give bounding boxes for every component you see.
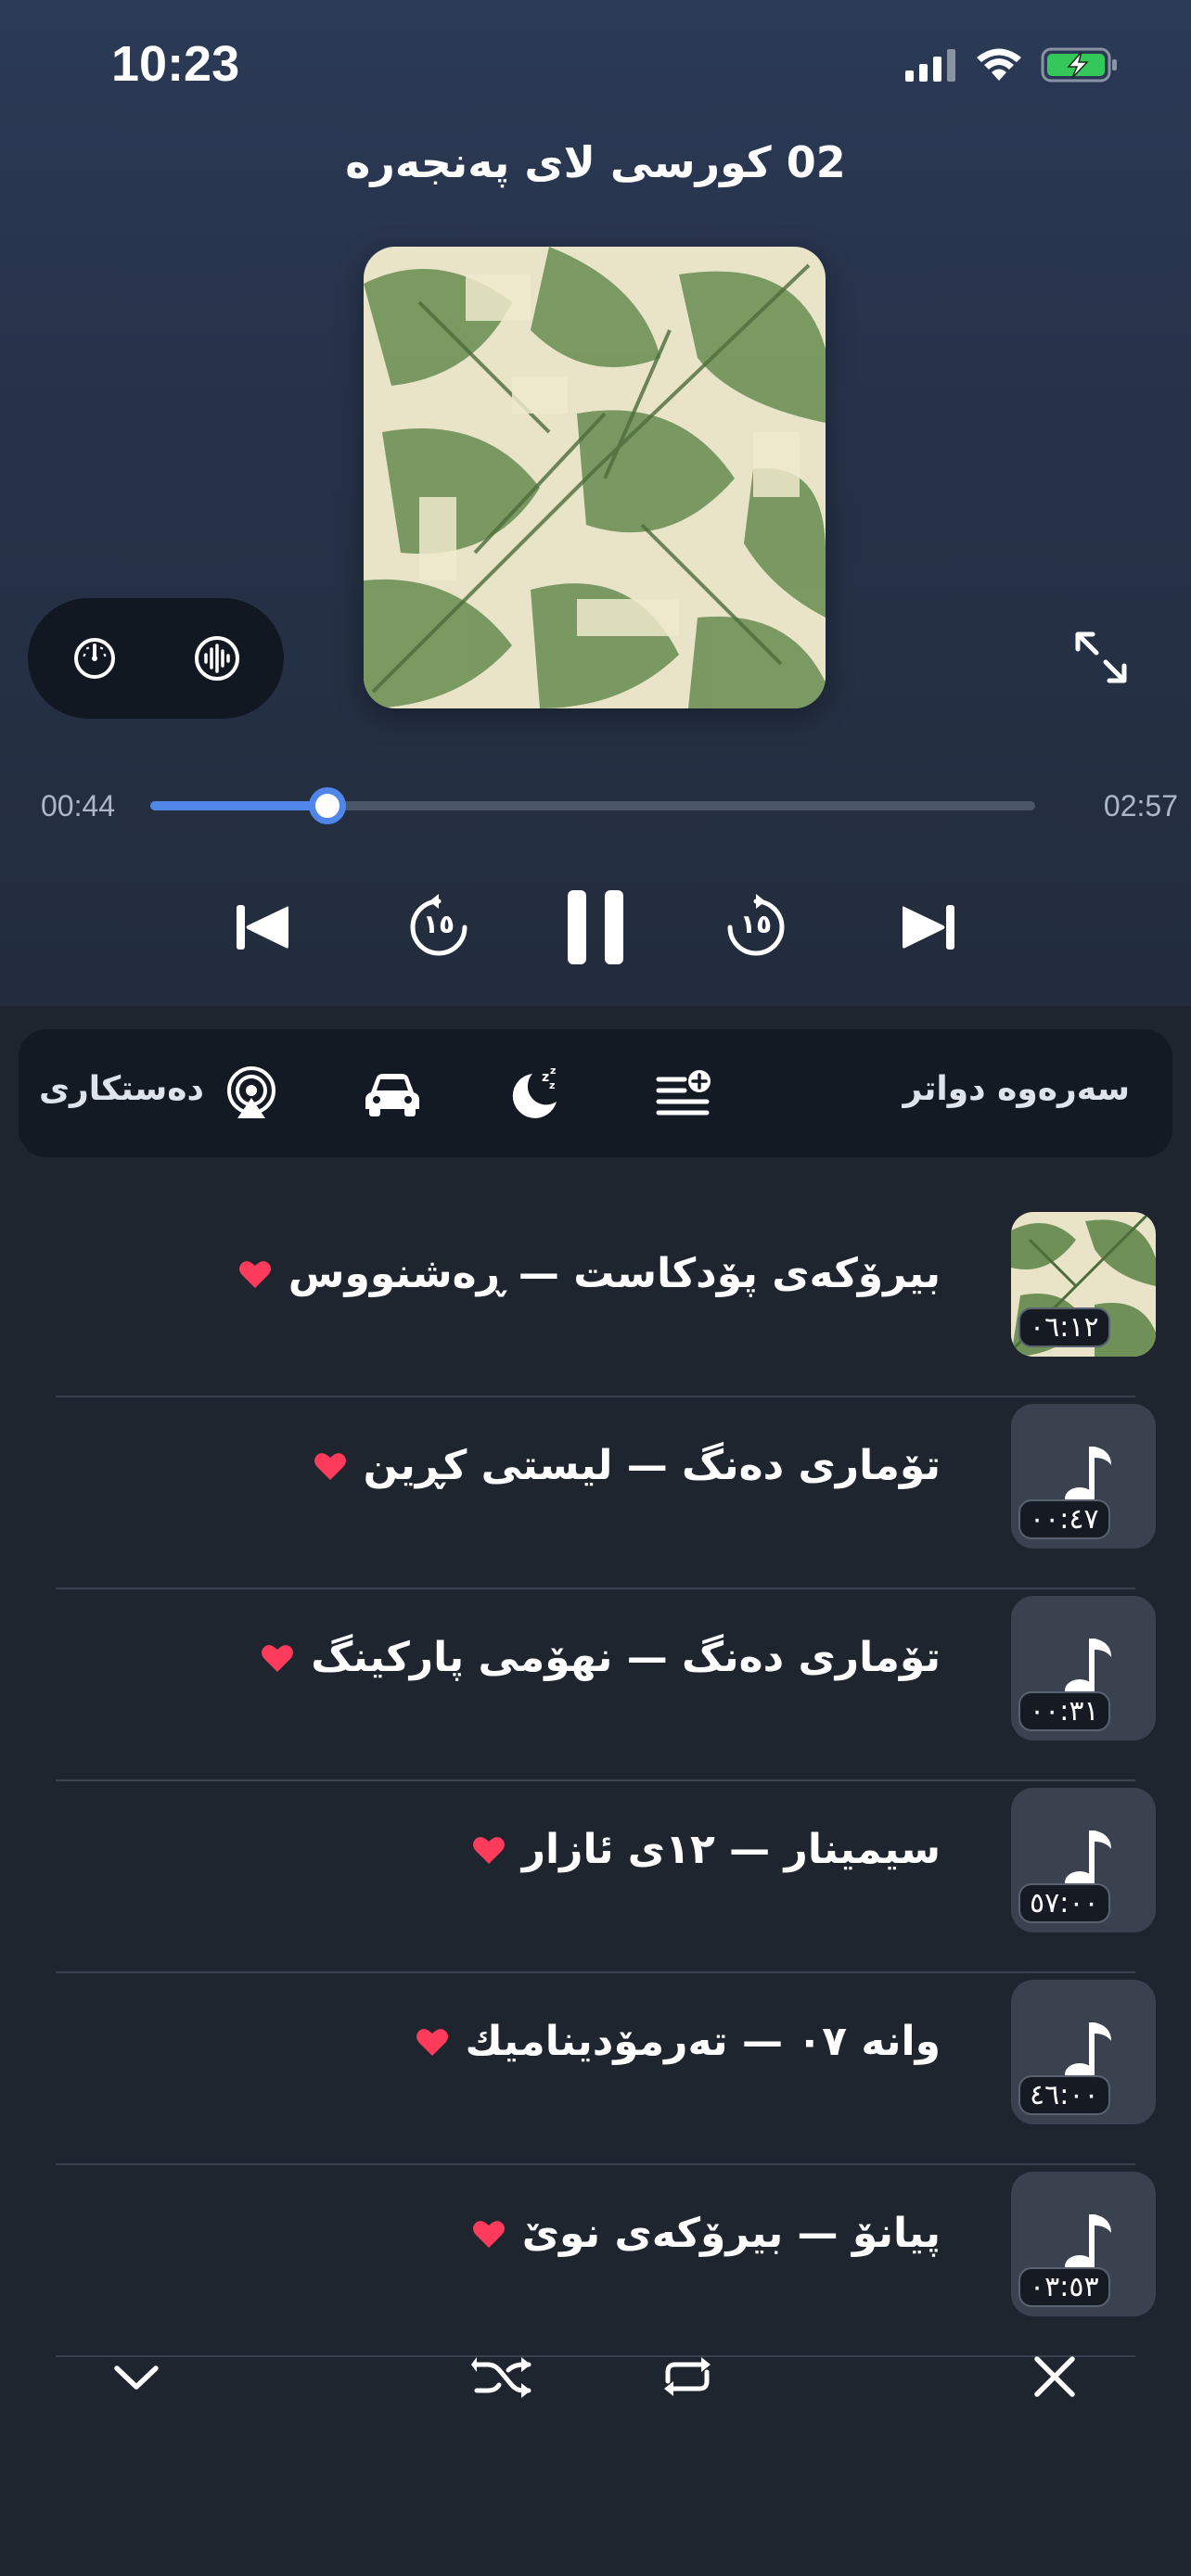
row-placeholder-artwork: ٠٠:٣١ — [1011, 1596, 1156, 1741]
close-icon[interactable] — [1022, 2344, 1087, 2409]
heart-icon[interactable] — [472, 1835, 506, 1865]
row-duration: ٥٧:٠٠ — [1018, 1883, 1110, 1923]
progress-slider[interactable] — [150, 787, 1035, 824]
row-duration: ٠٠:٣١ — [1018, 1691, 1110, 1731]
skip-forward-button[interactable]: ١٥ — [714, 872, 798, 983]
previous-button[interactable] — [224, 872, 301, 983]
audio-enhance-icon[interactable] — [187, 629, 247, 688]
queue-row[interactable]: ٥٧:٠٠ سیمینار — ١٢ی ئازار — [0, 1781, 1191, 1973]
row-title-wrap: سیمینار — ١٢ی ئازار — [472, 1826, 941, 1873]
expand-icon[interactable] — [1072, 629, 1130, 686]
row-placeholder-artwork: ٤٦:٠٠ — [1011, 1980, 1156, 2124]
heart-icon[interactable] — [261, 1643, 294, 1673]
progress-fill — [150, 801, 327, 810]
skip-back-label: ١٥ — [422, 909, 455, 939]
heart-icon[interactable] — [416, 2027, 449, 2057]
row-title-wrap: تۆماری دەنگ — لیستی کڕین — [314, 1442, 941, 1489]
collapse-chevron-icon[interactable] — [104, 2344, 169, 2409]
pause-icon — [568, 890, 623, 964]
svg-text:z: z — [549, 1079, 555, 1091]
row-title: سیمینار — ١٢ی ئازار — [521, 1826, 941, 1873]
status-bar: 10:23 — [0, 0, 1191, 139]
skip-back-button[interactable]: ١٥ — [397, 872, 480, 983]
heart-icon[interactable] — [472, 2219, 506, 2249]
row-title: بیرۆکەی پۆدکاست — ڕەشنووس — [288, 1250, 941, 1297]
signal-icon — [905, 49, 955, 82]
repeat-icon[interactable] — [655, 2344, 720, 2409]
queue-list: ٠٦:١٢ بیرۆکەی پۆدکاست — ڕەشنووس ٠٠:٤٧ تۆ… — [0, 1205, 1191, 2357]
row-title-wrap: تۆماری دەنگ — نهۆمی پارکینگ — [261, 1634, 941, 1681]
row-placeholder-artwork: ٠٠:٤٧ — [1011, 1404, 1156, 1549]
heart-icon[interactable] — [314, 1451, 347, 1481]
shuffle-icon[interactable] — [471, 2344, 536, 2409]
row-duration: ٠٦:١٢ — [1018, 1307, 1110, 1347]
skip-forward-label: ١٥ — [739, 909, 773, 939]
svg-text:z: z — [550, 1065, 556, 1077]
add-to-queue-icon[interactable] — [651, 1061, 716, 1126]
progress-knob[interactable] — [308, 787, 346, 824]
row-placeholder-artwork: ٥٧:٠٠ — [1011, 1788, 1156, 1932]
status-time: 10:23 — [111, 36, 240, 92]
row-title: تۆماری دەنگ — نهۆمی پارکینگ — [311, 1634, 941, 1681]
row-title: پیانۆ — بیرۆکەی نوێ — [521, 2210, 941, 2257]
previous-icon — [237, 905, 288, 950]
battery-charging-icon — [1041, 47, 1117, 83]
next-button[interactable] — [890, 872, 967, 983]
album-artwork — [364, 247, 826, 708]
queue-row[interactable]: ٠٦:١٢ بیرۆکەی پۆدکاست — ڕەشنووس — [0, 1205, 1191, 1397]
queue-row[interactable]: ٤٦:٠٠ وانە ٠٧ — تەرمۆدینامیك — [0, 1973, 1191, 2165]
action-bar: دەستکاری z z z سەرەوە دواتر — [19, 1029, 1172, 1157]
audio-options-pill — [28, 598, 284, 719]
sleep-timer-icon[interactable]: z z z — [501, 1061, 566, 1126]
status-icons — [905, 46, 1119, 83]
row-duration: ٠٣:٥٣ — [1018, 2267, 1110, 2307]
row-duration: ٠٠:٤٧ — [1018, 1499, 1110, 1539]
total-time: 02:57 — [1103, 789, 1178, 823]
track-title: 02 کورسی لای پەنجەرە — [345, 137, 846, 187]
row-placeholder-artwork: ٠٣:٥٣ — [1011, 2172, 1156, 2316]
pause-button[interactable] — [557, 872, 634, 983]
edit-button[interactable]: دەستکاری — [39, 1070, 204, 1108]
playback-speed-icon[interactable] — [65, 629, 124, 688]
car-icon[interactable] — [360, 1061, 425, 1126]
svg-text:z: z — [542, 1070, 549, 1085]
row-title: تۆماری دەنگ — لیستی کڕین — [363, 1442, 941, 1489]
elapsed-time: 00:44 — [41, 789, 116, 823]
wifi-icon — [977, 48, 1021, 81]
queue-row[interactable]: ٠٣:٥٣ پیانۆ — بیرۆکەی نوێ — [0, 2165, 1191, 2357]
heart-icon[interactable] — [238, 1259, 272, 1289]
row-title-wrap: بیرۆکەی پۆدکاست — ڕەشنووس — [238, 1250, 941, 1297]
row-artwork: ٠٦:١٢ — [1011, 1212, 1156, 1357]
play-next-label[interactable]: سەرەوە دواتر — [903, 1070, 1130, 1108]
now-playing-panel: 10:23 02 کورسی لای پەنجەرە 00:44 02:57 ١… — [0, 0, 1191, 1006]
queue-row[interactable]: ٠٠:٤٧ تۆماری دەنگ — لیستی کڕین — [0, 1397, 1191, 1589]
next-icon — [903, 905, 954, 950]
row-title: وانە ٠٧ — تەرمۆدینامیك — [465, 2018, 941, 2065]
row-duration: ٤٦:٠٠ — [1018, 2075, 1110, 2115]
row-title-wrap: پیانۆ — بیرۆکەی نوێ — [472, 2210, 941, 2257]
queue-row[interactable]: ٠٠:٣١ تۆماری دەنگ — نهۆمی پارکینگ — [0, 1589, 1191, 1781]
row-title-wrap: وانە ٠٧ — تەرمۆدینامیك — [416, 2018, 941, 2065]
bottom-toolbar — [0, 2337, 1191, 2522]
airplay-icon[interactable] — [219, 1061, 284, 1126]
